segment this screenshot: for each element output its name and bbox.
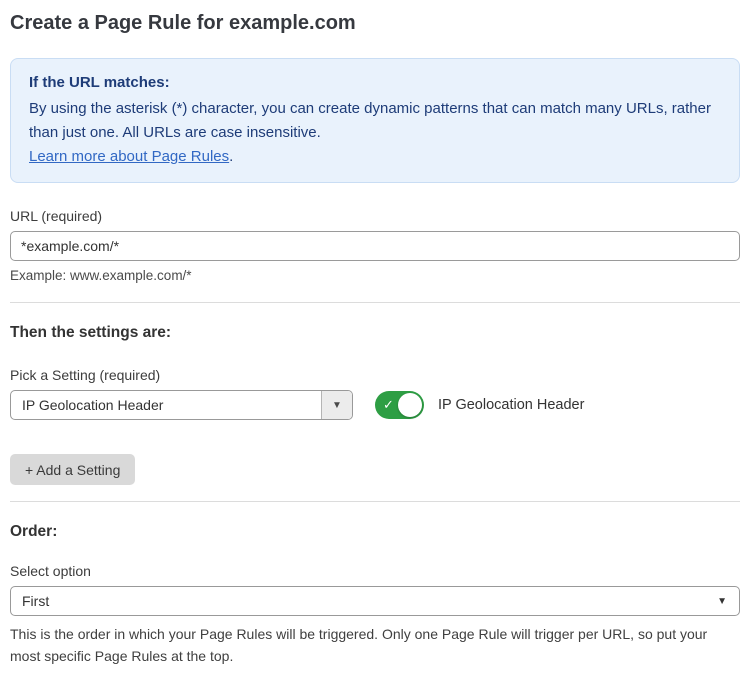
setting-row: IP Geolocation Header ▼ ✓ IP Geolocation… [10, 390, 740, 420]
order-select[interactable]: First ▼ [10, 586, 740, 616]
info-box-heading: If the URL matches: [29, 71, 721, 95]
order-section-heading: Order: [10, 523, 740, 541]
url-matches-info-box: If the URL matches: By using the asteris… [10, 58, 740, 183]
url-field-label: URL (required) [10, 208, 740, 224]
select-option-label: Select option [10, 563, 740, 579]
link-period: . [229, 148, 233, 165]
url-input[interactable] [10, 231, 740, 261]
order-select-value: First [22, 593, 49, 609]
toggle-label: IP Geolocation Header [438, 397, 584, 413]
learn-more-link[interactable]: Learn more about Page Rules [29, 148, 229, 165]
chevron-down-icon: ▼ [717, 596, 727, 607]
page-title: Create a Page Rule for example.com [10, 12, 740, 35]
divider [10, 501, 740, 502]
chevron-down-icon: ▼ [332, 400, 342, 411]
setting-dropdown[interactable]: IP Geolocation Header ▼ [10, 390, 353, 420]
pick-setting-label: Pick a Setting (required) [10, 367, 740, 383]
ip-geolocation-toggle[interactable]: ✓ [375, 391, 424, 419]
add-setting-button[interactable]: + Add a Setting [10, 454, 135, 485]
setting-dropdown-button[interactable]: ▼ [321, 391, 352, 419]
order-helper-text: This is the order in which your Page Rul… [10, 623, 740, 667]
page-rule-form: Create a Page Rule for example.com If th… [0, 0, 750, 687]
check-icon: ✓ [383, 397, 394, 413]
divider [10, 302, 740, 303]
settings-section-heading: Then the settings are: [10, 324, 740, 342]
info-box-body: By using the asterisk (*) character, you… [29, 97, 721, 145]
toggle-knob [398, 393, 422, 417]
setting-dropdown-value: IP Geolocation Header [11, 391, 321, 419]
url-example-helper: Example: www.example.com/* [10, 268, 740, 283]
info-box-link-line: Learn more about Page Rules. [29, 145, 721, 169]
